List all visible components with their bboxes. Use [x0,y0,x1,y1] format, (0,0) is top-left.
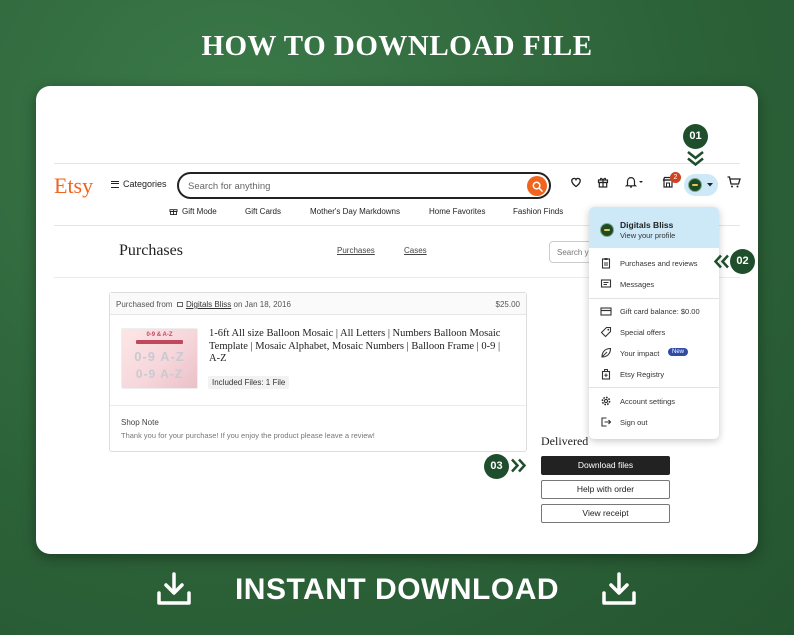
menu-icon [111,180,119,188]
nav-mothers-day-markdowns[interactable]: Mother's Day Markdowns [310,207,400,216]
sign-out-icon [601,417,612,427]
categories-label: Categories [123,179,167,189]
bell-icon[interactable] [625,176,645,188]
included-files: Included Files: 1 File [208,376,290,389]
view-profile-link: View your profile [620,231,676,240]
categories-button[interactable]: Categories [111,179,167,189]
shop-note-text: Thank you for your purchase! If you enjo… [121,431,375,440]
gear-icon [601,396,611,406]
menu-divider [589,298,719,299]
page-title: Purchases [119,242,183,259]
heart-icon[interactable] [570,176,582,188]
shop-icon [176,302,183,307]
help-with-order-button[interactable]: Help with order [541,480,670,499]
chevron-down-icon [707,183,713,187]
gift-icon [169,209,178,215]
step-01-badge: 01 [683,124,708,149]
message-icon [600,279,612,288]
order-price: $25.00 [495,300,520,309]
order-card: Purchased from Digitals Bliss on Jan 18,… [109,292,527,452]
account-button[interactable] [684,174,718,196]
purchased-from-prefix: Purchased from [116,300,173,309]
menu-item-account-settings[interactable]: Account settings [589,392,719,410]
menu-item-label: Gift card balance: $0.00 [620,307,700,316]
product-thumbnail[interactable]: 0-9 & A-Z 0-9 A-Z 0-9 A-Z [121,328,198,389]
thumbnail-banner [136,340,183,344]
menu-item-label: Sign out [620,418,648,427]
avatar [688,178,702,192]
tag-icon [600,326,612,338]
profile-name: Digitals Bliss [620,220,674,230]
nav-gift-cards[interactable]: Gift Cards [245,207,281,216]
page-headline: HOW TO DOWNLOAD FILE [201,30,593,62]
double-chevron-left-icon [713,254,729,269]
gift-card-icon [600,307,612,316]
product-title[interactable]: 1-6ft All size Balloon Mosaic | All Lett… [209,328,509,366]
account-dropdown-menu: Digitals Bliss View your profile Purchas… [589,207,719,439]
top-divider [54,163,740,164]
menu-item-label: Special offers [620,328,666,337]
menu-item-special-offers[interactable]: Special offers [589,323,719,341]
menu-item-label: Etsy Registry [620,370,665,379]
menu-item-gift-card-balance[interactable]: Gift card balance: $0.00 [589,302,719,320]
menu-item-messages[interactable]: Messages [589,275,719,293]
tab-cases[interactable]: Cases [404,246,427,255]
menu-profile[interactable]: Digitals Bliss View your profile [589,207,719,248]
search-button[interactable] [527,176,547,196]
shop-note-label: Shop Note [121,418,159,427]
search-bar [177,172,551,199]
screenshot-card: Etsy Categories 2 [36,86,758,554]
download-icon [602,572,636,605]
shop-link[interactable]: Digitals Bliss [186,300,231,309]
menu-item-etsy-registry[interactable]: Etsy Registry [589,365,719,383]
nav-home-favorites[interactable]: Home Favorites [429,207,485,216]
purchased-from: Purchased from Digitals Bliss on Jan 18,… [116,300,291,309]
order-header: Purchased from Digitals Bliss on Jan 18,… [110,293,526,315]
view-receipt-button[interactable]: View receipt [541,504,670,523]
etsy-logo[interactable]: Etsy [54,173,93,199]
nav-fashion-finds[interactable]: Fashion Finds [513,207,563,216]
notification-badge: 2 [670,172,681,183]
menu-item-purchases-reviews[interactable]: Purchases and reviews [589,254,719,272]
thumbnail-heading: 0-9 & A-Z [146,332,173,338]
menu-item-label: Account settings [620,397,676,406]
tab-purchases[interactable]: Purchases [337,246,375,255]
menu-divider [589,387,719,388]
nav-gift-mode[interactable]: Gift Mode [169,207,217,216]
menu-item-sign-out[interactable]: Sign out [589,413,719,431]
menu-item-label: Messages [620,280,655,289]
order-date: on Jan 18, 2016 [233,300,291,309]
thumbnail-line-2: 0-9 A-Z [135,367,184,381]
step-02-badge: 02 [730,249,755,274]
order-status: Delivered [541,434,589,448]
download-files-button[interactable]: Download files [541,456,670,475]
double-chevron-down-icon [687,150,704,167]
menu-item-label: Your impact [620,349,660,358]
nav-label: Gift Mode [182,207,217,216]
search-input[interactable] [188,178,518,194]
menu-item-your-impact[interactable]: Your impact New [589,344,719,362]
avatar [600,223,614,237]
registry-icon [601,369,611,380]
double-chevron-right-icon [511,458,527,473]
gift-icon[interactable] [597,176,609,188]
clipboard-icon [601,258,611,269]
search-icon [532,181,543,192]
new-badge: New [668,348,689,356]
cart-icon[interactable] [727,176,741,188]
leaf-icon [601,347,612,358]
footer-text: INSTANT DOWNLOAD [234,573,560,606]
order-divider [110,405,526,406]
step-03-badge: 03 [484,454,509,479]
menu-item-label: Purchases and reviews [620,259,698,268]
thumbnail-line-1: 0-9 A-Z [134,349,185,364]
